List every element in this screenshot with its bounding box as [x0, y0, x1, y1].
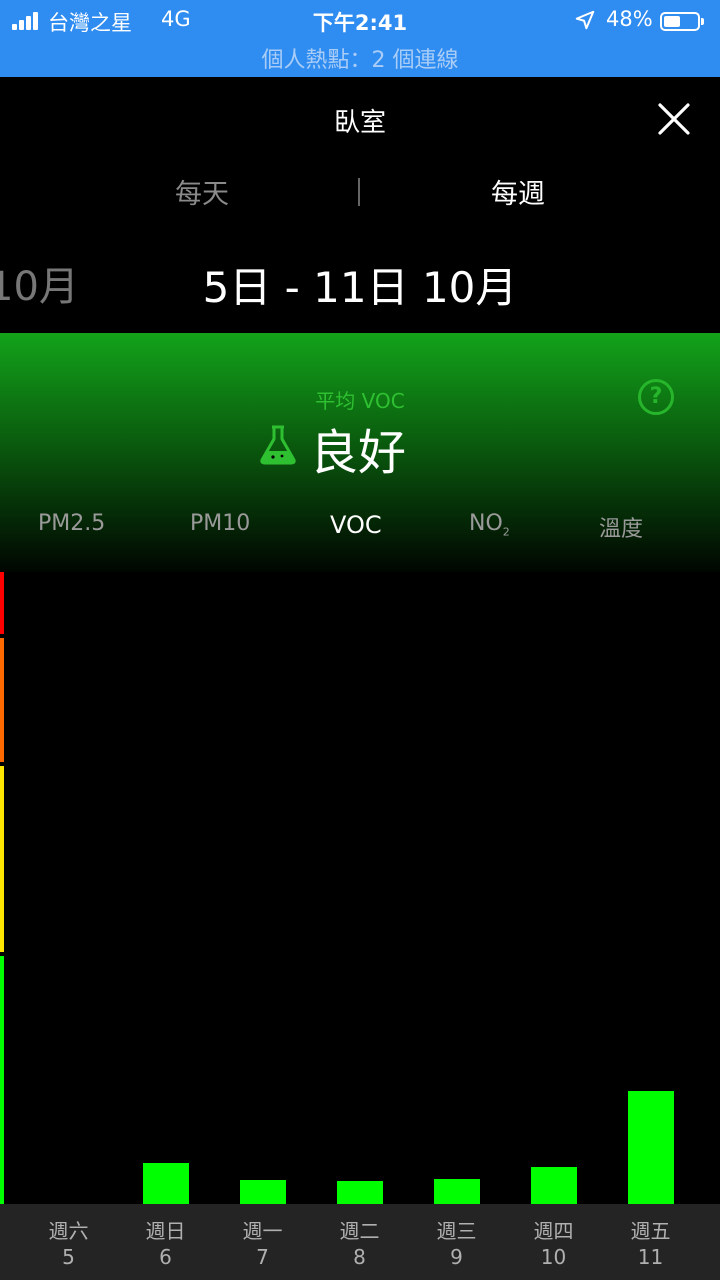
chart-bar: [433, 1178, 480, 1204]
day-label[interactable]: 週一 7: [214, 1218, 311, 1270]
hotspot-banner[interactable]: 個人熱點：2 個連線: [0, 42, 720, 74]
battery-percentage: 48%: [606, 7, 653, 31]
day-date: 8: [353, 1245, 366, 1269]
tab-weekly[interactable]: 每週: [458, 172, 578, 211]
day-date: 6: [159, 1245, 172, 1269]
metric-tab-pm10[interactable]: PM10: [190, 511, 250, 536]
flask-icon: [260, 425, 296, 465]
scale-level-good: [0, 956, 4, 1204]
day-date: 11: [637, 1245, 664, 1269]
metric-tab-temperature[interactable]: 溫度: [599, 511, 643, 543]
tab-divider: [358, 178, 360, 206]
room-title: 臥室: [333, 108, 386, 138]
day-weekday: 週二: [339, 1219, 380, 1243]
day-label[interactable]: 週日 6: [117, 1218, 214, 1270]
day-axis: 週六 5 週日 6 週一 7 週二 8 週三 9 週四 10 週五 11: [0, 1204, 720, 1280]
scale-level-bad: [0, 572, 4, 634]
day-label[interactable]: 週六 5: [20, 1218, 117, 1270]
day-weekday: 週三: [436, 1219, 477, 1243]
air-quality-rating: 良好: [310, 425, 407, 481]
chart-bar: [239, 1179, 286, 1204]
chart-bar: [530, 1166, 577, 1204]
day-date: 9: [450, 1245, 463, 1269]
location-icon: [575, 10, 595, 30]
day-date: 5: [62, 1245, 75, 1269]
metric-tab-no2[interactable]: NO2: [469, 511, 510, 538]
chart-bar: [627, 1090, 674, 1204]
average-metric-label: 平均 VOC: [315, 389, 405, 413]
chart-bar: [336, 1180, 383, 1204]
day-label[interactable]: 週四 10: [505, 1218, 602, 1270]
chart-bar: [142, 1162, 189, 1204]
day-weekday: 週日: [145, 1219, 186, 1243]
close-icon[interactable]: [656, 101, 692, 137]
day-label[interactable]: 週二 8: [311, 1218, 408, 1270]
day-date: 10: [540, 1245, 567, 1269]
current-period-label: 5日 - 11日 10月: [202, 263, 518, 312]
tab-daily[interactable]: 每天: [142, 172, 262, 211]
metric-tab-no2-subscript: 2: [502, 525, 510, 539]
day-weekday: 週一: [242, 1219, 283, 1243]
battery-icon: [660, 12, 704, 31]
scale-level-poor: [0, 638, 4, 762]
day-label[interactable]: 週五 11: [602, 1218, 699, 1270]
status-bar: 台灣之星 4G 下午2:41 48% 個人熱點：2 個連線: [0, 0, 720, 77]
metric-tab-voc[interactable]: VOC: [330, 511, 382, 539]
day-weekday: 週四: [533, 1219, 574, 1243]
summary-panel: 平均 VOC ? 良好 PM2.5 PM10 VOC NO2 溫度: [0, 333, 720, 580]
day-weekday: 週五: [630, 1219, 671, 1243]
day-label[interactable]: 週三 9: [408, 1218, 505, 1270]
metric-tab-no2-label: NO: [469, 511, 503, 536]
voc-weekly-bar-chart: [0, 572, 720, 1204]
metric-tab-pm25[interactable]: PM2.5: [38, 511, 105, 536]
help-icon[interactable]: ?: [638, 379, 674, 415]
scale-level-moderate: [0, 766, 4, 952]
day-date: 7: [256, 1245, 269, 1269]
day-weekday: 週六: [48, 1219, 89, 1243]
